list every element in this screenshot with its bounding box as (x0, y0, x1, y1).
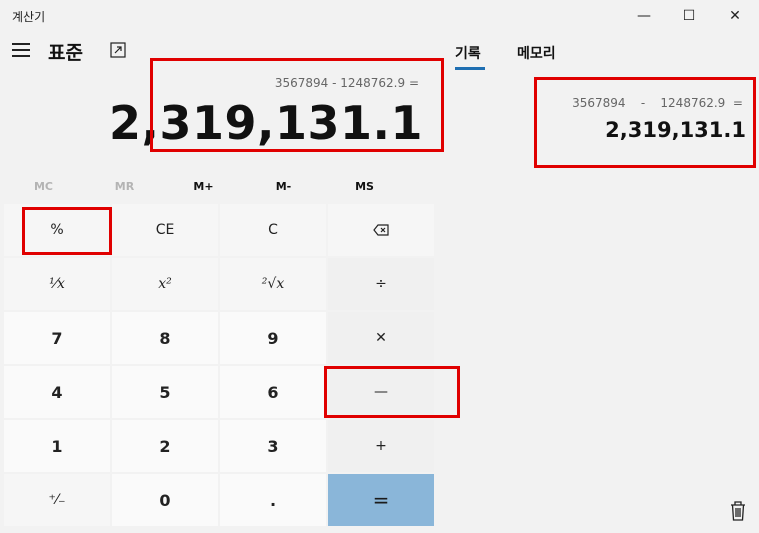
memory-recall-button[interactable]: MR (81, 180, 168, 193)
minimize-button[interactable]: — (621, 0, 667, 32)
minus-highlight-box (324, 366, 460, 418)
clear-button[interactable]: C (220, 204, 326, 256)
keep-on-top-icon[interactable] (110, 42, 126, 58)
maximize-button[interactable]: ☐ (666, 0, 712, 32)
percent-highlight-box (22, 207, 112, 255)
decimal-button[interactable]: . (220, 474, 326, 526)
trash-icon[interactable] (729, 500, 747, 522)
digit-5-button[interactable]: 5 (112, 366, 218, 418)
negate-button[interactable]: ⁺⁄₋ (4, 474, 110, 526)
app-title: 계산기 (12, 10, 46, 24)
tab-memory[interactable]: 메모리 (517, 43, 556, 63)
memory-clear-button[interactable]: MC (0, 180, 87, 193)
equals-button[interactable]: = (328, 474, 434, 526)
memory-subtract-button[interactable]: M- (240, 180, 327, 193)
hamburger-icon[interactable] (12, 43, 30, 57)
mode-title: 표준 (48, 42, 83, 64)
digit-9-button[interactable]: 9 (220, 312, 326, 364)
tab-history[interactable]: 기록 (455, 43, 481, 63)
digit-2-button[interactable]: 2 (112, 420, 218, 472)
divide-button[interactable]: ÷ (328, 258, 434, 310)
close-button[interactable]: ✕ (712, 0, 758, 32)
memory-store-button[interactable]: MS (321, 180, 408, 193)
backspace-button[interactable] (328, 204, 434, 256)
memory-row: MC MR M+ M- MS (0, 180, 436, 200)
memory-add-button[interactable]: M+ (160, 180, 247, 193)
clear-entry-button[interactable]: CE (112, 204, 218, 256)
backspace-icon (373, 224, 389, 236)
square-button[interactable]: x² (112, 258, 218, 310)
digit-1-button[interactable]: 1 (4, 420, 110, 472)
digit-6-button[interactable]: 6 (220, 366, 326, 418)
digit-3-button[interactable]: 3 (220, 420, 326, 472)
result-highlight-box (150, 58, 444, 152)
multiply-button[interactable]: ✕ (328, 312, 434, 364)
digit-0-button[interactable]: 0 (112, 474, 218, 526)
digit-7-button[interactable]: 7 (4, 312, 110, 364)
active-tab-indicator (455, 67, 485, 70)
title-bar: 계산기 — ☐ ✕ (0, 0, 759, 32)
plus-button[interactable]: + (328, 420, 434, 472)
digit-4-button[interactable]: 4 (4, 366, 110, 418)
digit-8-button[interactable]: 8 (112, 312, 218, 364)
square-root-button[interactable]: ²√x (220, 258, 326, 310)
reciprocal-button[interactable]: ¹⁄x (4, 258, 110, 310)
history-highlight-box (534, 77, 756, 168)
